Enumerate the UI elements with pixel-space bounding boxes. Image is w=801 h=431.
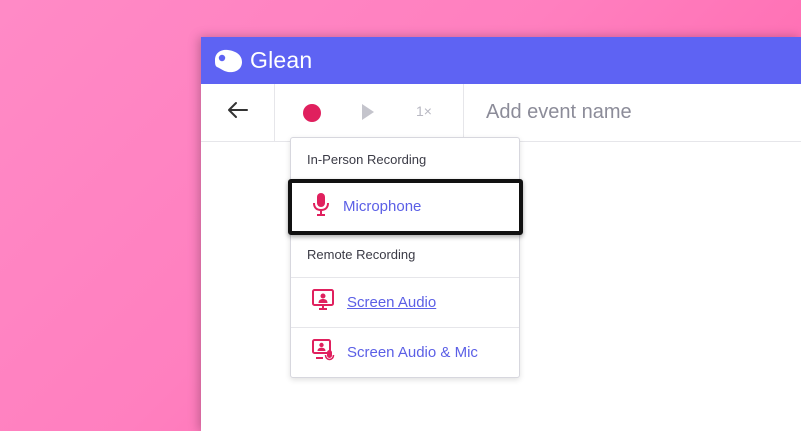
glean-logo-icon xyxy=(211,47,245,75)
title-bar: Glean xyxy=(201,37,801,84)
brand-name: Glean xyxy=(250,47,313,73)
back-button[interactable] xyxy=(201,83,275,142)
divider xyxy=(291,231,519,232)
recording-toolbar: 1× xyxy=(201,83,801,142)
section-title-remote: Remote Recording xyxy=(307,247,416,262)
menu-item-screen-audio-mic[interactable]: Screen Audio & Mic xyxy=(291,328,519,377)
event-name-input[interactable] xyxy=(484,100,788,125)
menu-item-label: Screen Audio xyxy=(347,294,437,311)
microphone-icon xyxy=(311,192,331,221)
screen-audio-icon xyxy=(311,288,335,317)
menu-item-label: Microphone xyxy=(343,198,422,215)
playback-controls: 1× xyxy=(275,83,464,142)
menu-item-screen-audio[interactable]: Screen Audio xyxy=(291,278,519,327)
play-icon xyxy=(362,103,374,120)
play-button[interactable] xyxy=(361,103,375,126)
arrow-left-icon xyxy=(227,101,249,124)
menu-item-microphone[interactable]: Microphone xyxy=(291,182,519,231)
playback-speed-button[interactable]: 1× xyxy=(416,103,432,119)
menu-item-label: Screen Audio & Mic xyxy=(347,344,478,361)
screen-audio-mic-icon xyxy=(311,338,335,367)
section-title-in-person: In-Person Recording xyxy=(307,152,427,167)
record-button[interactable] xyxy=(303,103,321,122)
recording-source-dropdown: In-Person Recording Microphone Remote Re… xyxy=(290,137,520,378)
